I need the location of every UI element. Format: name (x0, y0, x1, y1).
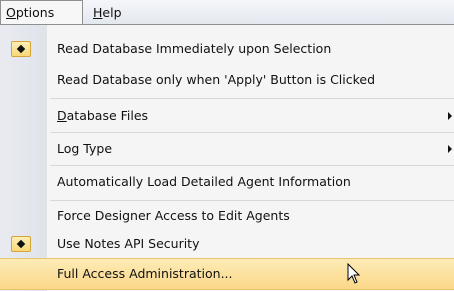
menu-item-label: Automatically Load Detailed Agent Inform… (57, 174, 351, 189)
menu-options-rest: ptions (15, 5, 55, 20)
menu-item-accel: D (57, 108, 67, 123)
menu-options-accel: O (6, 5, 16, 20)
menu-item-label: Use Notes API Security (57, 236, 200, 251)
menu-separator (50, 98, 454, 99)
mouse-pointer-icon (347, 263, 361, 284)
menu-help-rest: elp (102, 5, 122, 20)
menu-item-label-rest: atabase Files (66, 108, 149, 123)
menu-item-database-files[interactable]: Database Files (0, 100, 454, 132)
menu-item-full-access-administration[interactable]: Full Access Administration... (0, 258, 454, 290)
menu-options[interactable]: Options (0, 0, 83, 25)
menu-item-read-immediately[interactable]: Read Database Immediately upon Selection (0, 33, 454, 65)
menu-item-read-on-apply[interactable]: Read Database only when 'Apply' Button i… (0, 64, 454, 96)
menu-item-auto-load-agent-info[interactable]: Automatically Load Detailed Agent Inform… (0, 166, 454, 198)
submenu-arrow-icon (448, 112, 452, 120)
menu-help[interactable]: Help (88, 0, 127, 25)
menu-item-label: Read Database only when 'Apply' Button i… (57, 72, 376, 87)
bullet-check-icon (11, 236, 31, 252)
options-dropdown-menu: Read Database Immediately upon Selection… (0, 24, 454, 291)
menu-help-accel: H (93, 5, 103, 20)
menu-bar: Options Help (0, 0, 454, 25)
menu-item-label: Read Database Immediately upon Selection (57, 41, 332, 56)
menu-item-label: Database Files (57, 100, 148, 132)
menu-item-label: Full Access Administration... (57, 266, 233, 281)
menu-item-notes-api-security[interactable]: Use Notes API Security (0, 228, 454, 260)
bullet-check-icon (11, 41, 31, 57)
menu-item-label: Log Type (57, 141, 113, 156)
submenu-arrow-icon (448, 145, 452, 153)
menu-item-log-type[interactable]: Log Type (0, 133, 454, 165)
